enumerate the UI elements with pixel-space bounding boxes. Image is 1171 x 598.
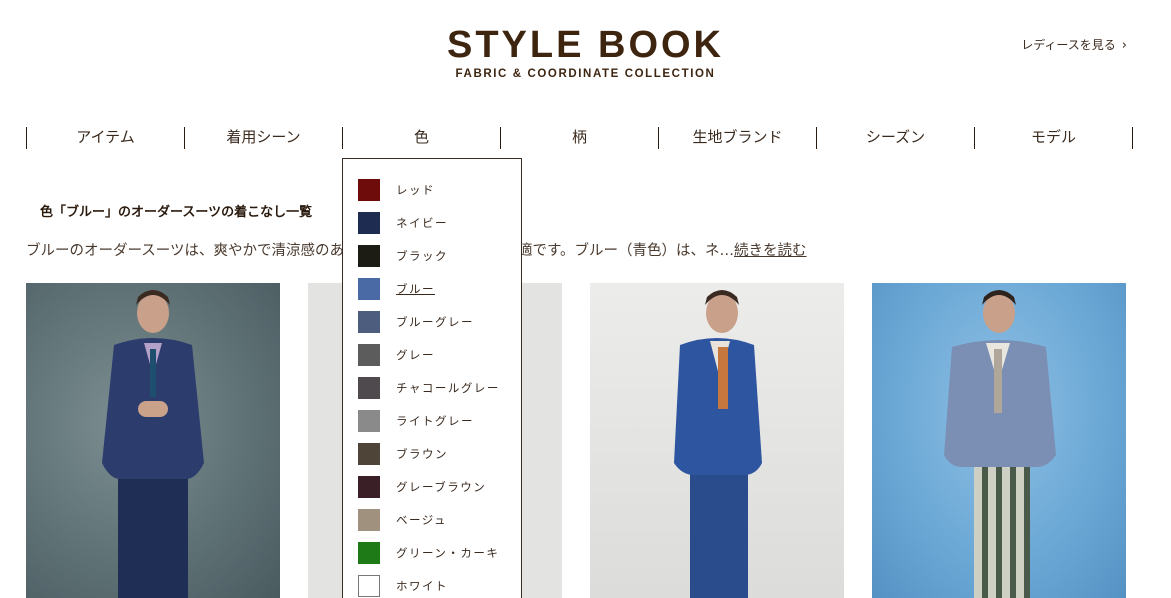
color-option-label: ブルーグレー <box>396 315 474 329</box>
color-option-blue[interactable]: ブルー <box>358 277 435 301</box>
site-logo[interactable]: STYLE BOOK FABRIC & COORDINATE COLLECTIO… <box>0 24 1171 80</box>
color-swatch <box>358 344 380 366</box>
color-swatch <box>358 179 380 201</box>
color-option-beige[interactable]: ベージュ <box>358 508 447 532</box>
color-option-white[interactable]: ホワイト <box>358 574 448 598</box>
style-photo-1[interactable] <box>26 283 280 598</box>
style-photo-3[interactable] <box>590 283 844 598</box>
color-option-label-active: ブルー <box>396 282 435 296</box>
color-swatch <box>358 311 380 333</box>
chevron-right-icon: › <box>1121 38 1127 53</box>
color-option-brown[interactable]: ブラウン <box>358 442 448 466</box>
color-option-label: グレーブラウン <box>396 480 487 494</box>
logo-title: STYLE BOOK <box>446 24 725 66</box>
color-option-label: ブラウン <box>396 447 448 461</box>
color-option-label: ホワイト <box>396 579 448 593</box>
color-swatch <box>358 377 380 399</box>
color-swatch <box>358 509 380 531</box>
color-option-label: ライトグレー <box>396 414 474 428</box>
color-option-label: ネイビー <box>396 216 448 230</box>
color-option-label: チャコールグレー <box>396 381 500 395</box>
color-option-charcoal-gray[interactable]: チャコールグレー <box>358 376 500 400</box>
color-option-label: レッド <box>396 183 435 197</box>
color-swatch <box>358 476 380 498</box>
category-nav: アイテム 着用シーン 色 柄 生地ブランド シーズン モデル <box>26 127 1133 149</box>
nav-item-pattern[interactable]: 柄 <box>501 127 659 149</box>
color-swatch <box>358 443 380 465</box>
color-dropdown-menu: レッド ネイビー ブラック ブルー ブルーグレー グレー チャコールグレー ライ… <box>342 158 522 598</box>
color-option-red[interactable]: レッド <box>358 178 435 202</box>
nav-item-color[interactable]: 色 <box>343 127 501 149</box>
nav-item-item[interactable]: アイテム <box>27 127 185 149</box>
color-option-label: ベージュ <box>396 513 447 527</box>
nav-item-season[interactable]: シーズン <box>817 127 975 149</box>
color-option-blue-gray[interactable]: ブルーグレー <box>358 310 474 334</box>
model-figure-image <box>944 290 1056 598</box>
ladies-link-label: レディースを見る <box>1021 38 1116 52</box>
color-swatch <box>358 278 380 300</box>
color-option-green-khaki[interactable]: グリーン・カーキ <box>358 541 499 565</box>
style-photo-4[interactable] <box>872 283 1126 598</box>
nav-item-scene[interactable]: 着用シーン <box>185 127 343 149</box>
color-option-label: グリーン・カーキ <box>396 546 500 560</box>
color-swatch <box>358 212 380 234</box>
color-option-gray[interactable]: グレー <box>358 343 435 367</box>
model-figure-image <box>674 290 762 598</box>
color-swatch <box>358 410 380 432</box>
nav-item-fabric-brand[interactable]: 生地ブランド <box>659 127 817 149</box>
model-figure-image <box>102 290 204 598</box>
color-swatch <box>358 245 380 267</box>
nav-item-model[interactable]: モデル <box>975 127 1133 149</box>
color-option-gray-brown[interactable]: グレーブラウン <box>358 475 486 499</box>
logo-subtitle: FABRIC & COORDINATE COLLECTION <box>455 68 716 80</box>
ladies-link[interactable]: レディースを見る › <box>1021 36 1127 53</box>
color-option-black[interactable]: ブラック <box>358 244 448 268</box>
color-option-label: ブラック <box>396 249 448 263</box>
color-option-label: グレー <box>396 348 435 362</box>
color-swatch <box>358 542 380 564</box>
color-swatch <box>358 575 380 597</box>
page-title: 色「ブルー」のオーダースーツの着こなし一覧 <box>40 205 313 220</box>
read-more-link[interactable]: 続きを読む <box>734 243 807 259</box>
color-option-navy[interactable]: ネイビー <box>358 211 448 235</box>
color-option-light-gray[interactable]: ライトグレー <box>358 409 474 433</box>
